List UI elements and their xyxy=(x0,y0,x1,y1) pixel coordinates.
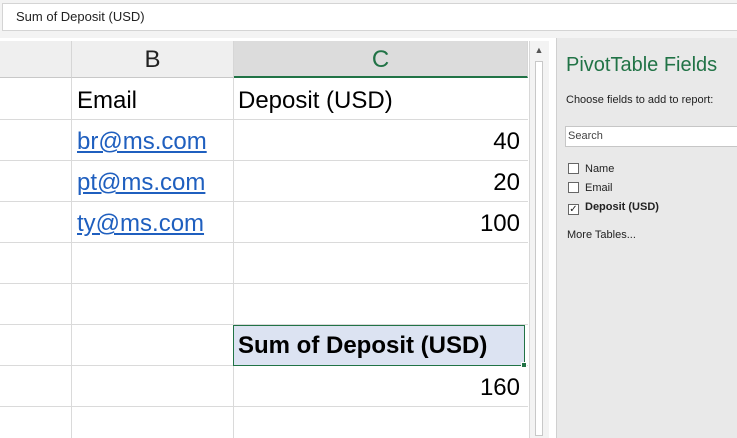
pane-separator xyxy=(549,41,556,438)
vertical-scrollbar[interactable]: ▲ xyxy=(529,41,549,438)
cell-email-header[interactable]: Email xyxy=(77,80,232,120)
pivot-total-cell[interactable]: 160 xyxy=(234,367,528,407)
cell-deposit[interactable]: 40 xyxy=(234,121,528,161)
cell-email-link[interactable]: br@ms.com xyxy=(77,121,232,161)
pivottable-fields-pane: PivotTable Fields Choose fields to add t… xyxy=(556,38,737,438)
formula-bar: Sum of Deposit (USD) xyxy=(0,0,737,38)
scroll-up-arrow-icon[interactable]: ▲ xyxy=(533,44,545,56)
field-label: Email xyxy=(585,182,613,194)
scroll-thumb[interactable] xyxy=(535,61,543,436)
column-header-a[interactable] xyxy=(0,41,72,78)
pane-title: PivotTable Fields xyxy=(566,54,718,76)
cell-email-link[interactable]: ty@ms.com xyxy=(77,203,232,243)
cell-deposit[interactable]: 20 xyxy=(234,162,528,202)
field-label: Name xyxy=(585,163,615,175)
field-item-email[interactable]: Email xyxy=(568,182,613,200)
field-item-deposit[interactable]: ✓ Deposit (USD) xyxy=(568,201,659,219)
checkbox-icon[interactable] xyxy=(568,163,579,174)
row-divider xyxy=(0,283,528,284)
pivot-value-header-cell[interactable]: Sum of Deposit (USD) xyxy=(233,325,525,366)
field-search-input[interactable]: Search xyxy=(565,126,737,147)
column-header-b[interactable]: B xyxy=(72,41,234,78)
formula-input[interactable]: Sum of Deposit (USD) xyxy=(2,3,737,31)
field-label: Deposit (USD) xyxy=(585,201,659,213)
pane-subtitle: Choose fields to add to report: xyxy=(566,94,714,106)
worksheet-grid: B C Email Deposit (USD) br@ms.com 40 pt@… xyxy=(0,41,528,438)
checkbox-checked-icon[interactable]: ✓ xyxy=(568,204,579,215)
field-item-name[interactable]: Name xyxy=(568,163,614,181)
cell-email-link[interactable]: pt@ms.com xyxy=(77,162,232,202)
cell-deposit[interactable]: 100 xyxy=(234,203,528,243)
checkbox-icon[interactable] xyxy=(568,182,579,193)
column-header-c[interactable]: C xyxy=(234,41,528,78)
column-divider xyxy=(71,78,72,438)
more-tables-link[interactable]: More Tables... xyxy=(567,229,636,241)
cell-deposit-header[interactable]: Deposit (USD) xyxy=(238,80,526,120)
